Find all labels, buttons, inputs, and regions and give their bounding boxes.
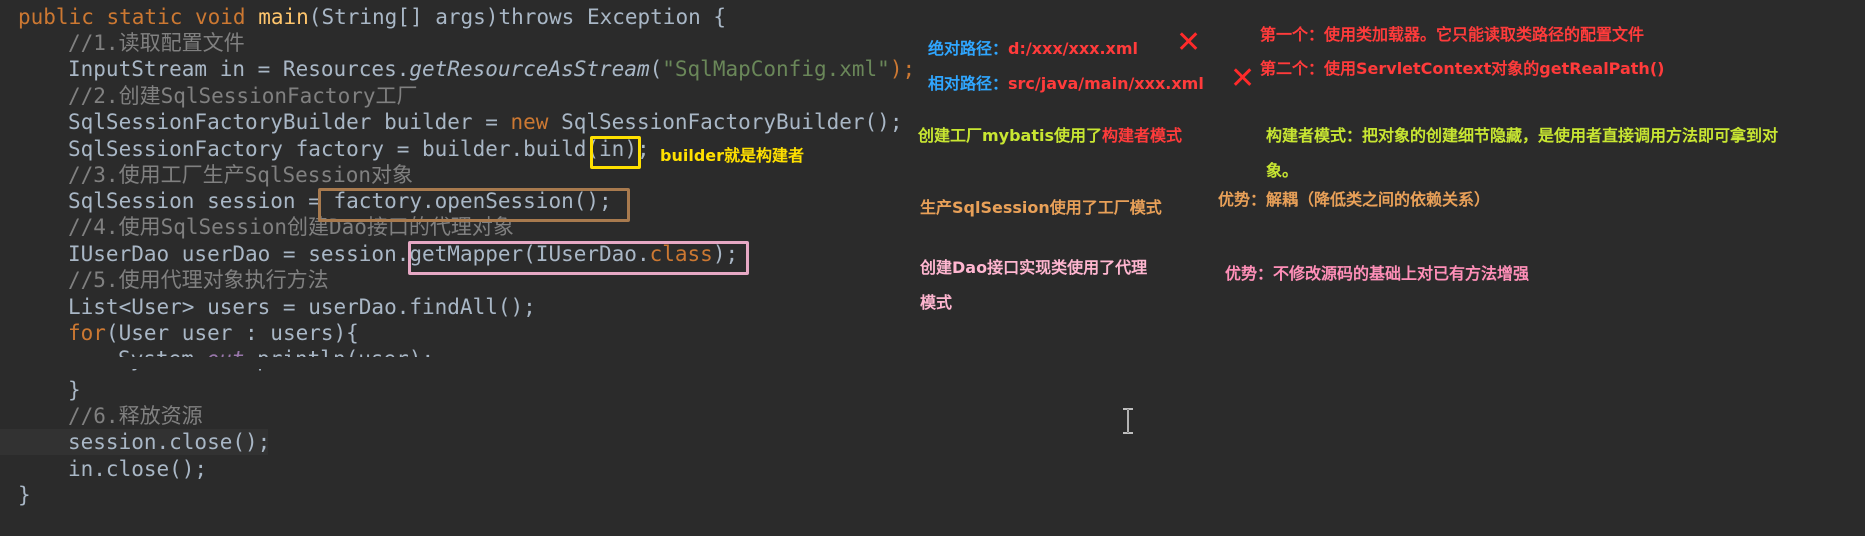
code-text: );: [889, 57, 916, 81]
code-text: SqlSessionFactoryBuilder builder =: [68, 110, 511, 134]
code-line-18: in.close();: [68, 457, 208, 481]
code-line-17: session.close();: [0, 429, 271, 455]
builder-definition-note: 构建者模式：把对象的创建细节隐藏，是使用者直接调用方法即可拿到对: [1266, 126, 1779, 145]
note-text: 构建者模式: [1102, 126, 1183, 145]
code-text: (String[] args)throws Exception {: [308, 5, 727, 29]
keyword: public static void: [18, 5, 259, 29]
code-text: session.close();: [68, 430, 271, 454]
note-label: 绝对路径：: [928, 39, 1009, 58]
note-value: src/java/main/xxx.xml: [1008, 74, 1204, 93]
code-text: InputStream in = Resources.: [68, 57, 410, 81]
first-way-note: 第一个：使用类加载器。它只能读取类路径的配置文件: [1260, 25, 1645, 44]
code-text: (: [649, 57, 663, 81]
session-factory-note: 生产SqlSession使用了工厂模式: [920, 198, 1162, 217]
comment-line: //1.读取配置文件: [68, 31, 245, 55]
comment-line: //2.创建SqlSessionFactory工厂: [68, 84, 418, 108]
get-mapper-highlight-box: [408, 241, 749, 275]
code-text: (User user : users){: [105, 321, 359, 345]
dao-proxy-note: 创建Dao接口实现类使用了代理: [920, 258, 1148, 277]
method-name: main: [258, 5, 309, 29]
code-line-19: }: [18, 483, 31, 507]
comment-line: //3.使用工厂生产SqlSession对象: [68, 163, 414, 187]
comment-line: //6.释放资源: [68, 404, 203, 428]
builder-note: builder就是构建者: [660, 146, 805, 165]
advantage-enhance-note: 优势：不修改源码的基础上对已有方法增强: [1225, 264, 1530, 283]
code-line-1: public static void main(String[] args)th…: [18, 4, 958, 30]
cross-icon: ✕: [1230, 61, 1256, 96]
code-text: SqlSession session =: [68, 189, 334, 213]
string-literal: "SqlMapConfig.xml": [662, 57, 890, 81]
code-line-3: InputStream in = Resources.getResourceAs…: [68, 56, 1008, 82]
cross-icon: ✕: [1176, 25, 1202, 60]
builder-definition-note-cont: 象。: [1266, 161, 1299, 180]
advantage-decouple-note: 优势：解耦（降低类之间的依赖关系）: [1218, 190, 1491, 209]
code-line-6: SqlSessionFactory factory = builder.buil…: [68, 136, 1008, 162]
code-text: SqlSessionFactory factory = builder.buil…: [68, 137, 600, 161]
second-way-note: 第二个：使用ServletContext对象的getRealPath(): [1260, 59, 1665, 78]
absolute-path-note: 绝对路径：d:/xxx/xxx.xml: [928, 38, 1138, 60]
code-line-5: SqlSessionFactoryBuilder builder = new S…: [68, 109, 1008, 135]
code-line-12: List<User> users = userDao.findAll();: [68, 295, 536, 319]
relative-path-note: 相对路径：src/java/main/xxx.xml: [928, 73, 1204, 95]
dao-proxy-note-cont: 模式: [920, 293, 953, 312]
note-label: 相对路径：: [928, 74, 1009, 93]
note-text: 创建工厂mybatis使用了: [918, 126, 1103, 145]
clipped-region: [0, 357, 940, 369]
keyword: for: [68, 321, 106, 345]
note-value: d:/xxx/xxx.xml: [1008, 39, 1139, 58]
keyword: new: [510, 110, 562, 134]
text-cursor-icon: [1122, 408, 1134, 434]
in-highlight-box: [590, 136, 641, 169]
code-line-13: for(User user : users){: [68, 320, 1008, 346]
code-text: SqlSessionFactoryBuilder();: [561, 110, 903, 134]
open-session-highlight-box: [318, 188, 630, 222]
code-line-15: }: [68, 378, 81, 402]
static-method: getResourceAsStream: [409, 57, 650, 81]
factory-builder-note: 创建工厂mybatis使用了构建者模式: [918, 125, 1182, 147]
code-text: IUserDao userDao = session.: [68, 242, 410, 266]
